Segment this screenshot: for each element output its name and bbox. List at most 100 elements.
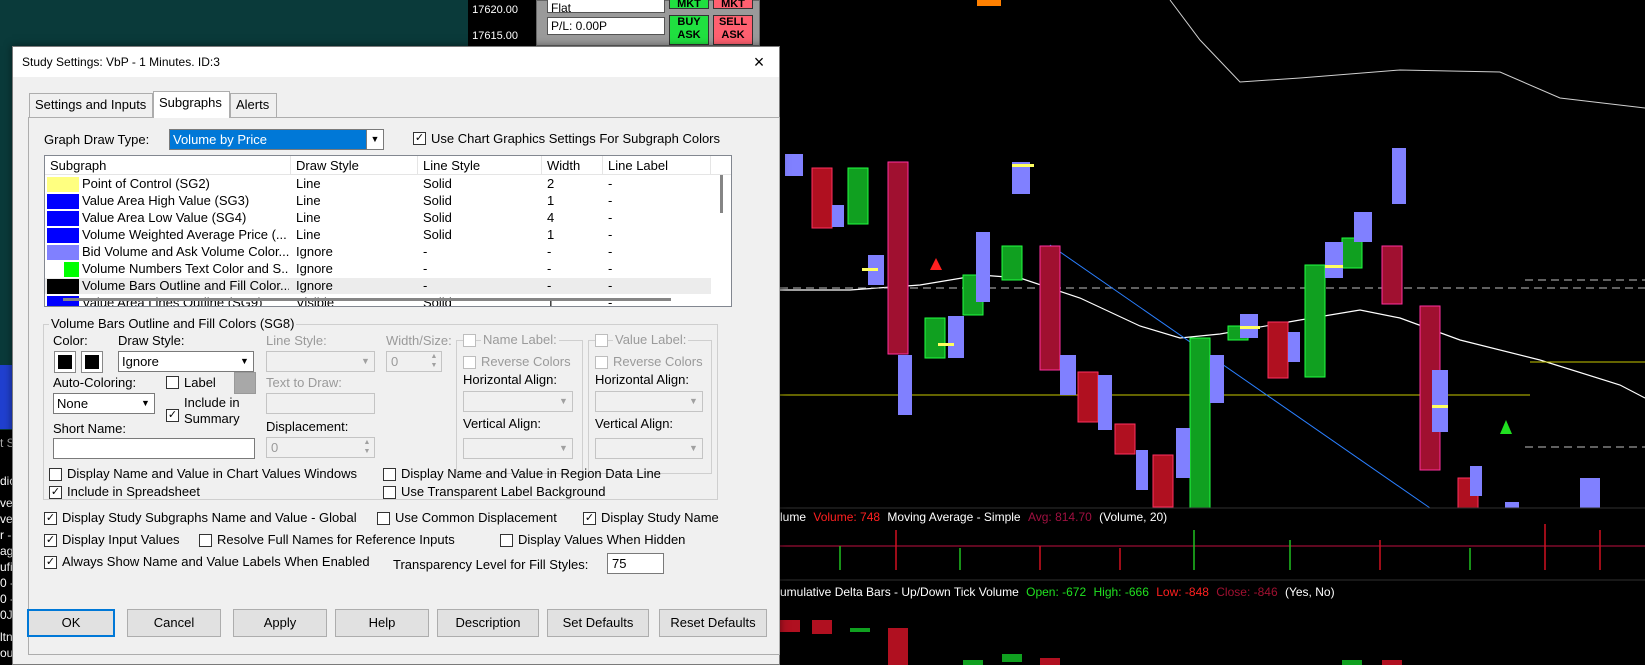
- primary-color-button[interactable]: [54, 351, 76, 373]
- chevron-down-icon: ▼: [366, 130, 383, 149]
- subgraph-line-style: Solid: [423, 227, 452, 242]
- sell-market-button[interactable]: MKT: [713, 0, 753, 10]
- sell-ask-button[interactable]: SELL ASK: [713, 15, 753, 45]
- price-curve: [1169, 0, 1645, 109]
- display-study-name-checkbox[interactable]: ✓: [583, 512, 596, 525]
- poc-marks: [862, 164, 1448, 408]
- width-size-input[interactable]: 0 ▲ ▼: [386, 351, 442, 372]
- subgraph-name: Volume Bars Outline and Fill Color...: [82, 278, 289, 293]
- color-swatch: [47, 262, 79, 277]
- label-color-button[interactable]: [234, 372, 256, 394]
- horizontal-align-select[interactable]: ▼: [463, 391, 573, 412]
- text-to-draw-input[interactable]: [266, 393, 375, 414]
- display-input-values-checkbox[interactable]: ✓: [44, 534, 57, 547]
- subgraphs-panel: Graph Draw Type: Volume by Price ▼ ✓ Use…: [28, 117, 780, 655]
- color-swatch: [47, 279, 79, 294]
- auto-coloring-label: Auto-Coloring:: [53, 375, 137, 390]
- reset-defaults-button[interactable]: Reset Defaults: [659, 609, 767, 637]
- reverse-colors-checkbox[interactable]: [463, 356, 476, 369]
- sell-signal-arrow: [930, 258, 942, 270]
- vertical-align-label: Vertical Align:: [595, 416, 674, 431]
- displacement-input[interactable]: 0 ▲ ▼: [266, 437, 375, 458]
- column-header-draw-style[interactable]: Draw Style: [291, 156, 418, 175]
- column-header-line-style[interactable]: Line Style: [418, 156, 542, 175]
- subgraph-line-style: Solid: [423, 295, 452, 307]
- chevron-down-icon: ▼: [559, 443, 568, 453]
- description-button[interactable]: Description: [437, 609, 539, 637]
- delta-bars: [780, 620, 1402, 665]
- include-in-spreadsheet-label: Include in Spreadsheet: [67, 484, 200, 499]
- chevron-down-icon: ▼: [361, 356, 370, 366]
- subgraph-width: -: [547, 244, 552, 259]
- label-checkbox[interactable]: [166, 376, 179, 389]
- subgraph-draw-style: Ignore: [296, 278, 333, 293]
- tab-alerts[interactable]: Alerts: [230, 93, 277, 117]
- display-values-hidden-checkbox[interactable]: [500, 534, 513, 547]
- list-item[interactable]: Volume Weighted Average Price (... Line So…: [45, 227, 711, 243]
- spin-arrows-icon[interactable]: ▲ ▼: [360, 438, 374, 457]
- use-common-displacement-checkbox[interactable]: [377, 512, 390, 525]
- secondary-color-button[interactable]: [81, 351, 103, 373]
- list-item[interactable]: Volume Bars Outline and Fill Color... Ign…: [45, 278, 711, 294]
- vertical-align-select[interactable]: ▼: [595, 438, 703, 459]
- buy-ask-button[interactable]: BUY ASK: [669, 15, 709, 45]
- display-name-region-checkbox[interactable]: [383, 468, 396, 481]
- list-item[interactable]: Value Area Low Value (SG4) Line Solid 4 -: [45, 210, 711, 226]
- help-button[interactable]: Help: [335, 609, 429, 637]
- line-style-select[interactable]: ▼: [266, 351, 375, 372]
- cancel-button[interactable]: Cancel: [127, 609, 221, 637]
- use-transparent-label-checkbox[interactable]: [383, 486, 396, 499]
- subgraph-list[interactable]: Subgraph Draw Style Line Style Width Lin…: [44, 155, 732, 307]
- list-item[interactable]: Value Area Lines Outline (SG9) Visible Sol…: [45, 295, 711, 307]
- name-label-checkbox[interactable]: [463, 334, 476, 347]
- vertical-align-label: Vertical Align:: [463, 416, 542, 431]
- draw-style-select[interactable]: Ignore ▼: [118, 351, 254, 372]
- short-name-input[interactable]: [53, 438, 255, 459]
- value-label-checkbox[interactable]: [595, 334, 608, 347]
- list-item[interactable]: Value Area High Value (SG3) Line Solid 1 -: [45, 193, 711, 209]
- list-item[interactable]: Volume Numbers Text Color and S... Ignore…: [45, 261, 711, 277]
- display-name-chart-values-checkbox[interactable]: [49, 468, 62, 481]
- delta-open: Open: -672: [1026, 585, 1087, 599]
- subgraph-label: -: [608, 261, 613, 276]
- include-in-summary-checkbox[interactable]: ✓: [166, 409, 179, 422]
- apply-button[interactable]: Apply: [233, 609, 327, 637]
- spin-arrows-icon[interactable]: ▲ ▼: [427, 352, 441, 371]
- vertical-scrollbar[interactable]: [713, 175, 731, 306]
- transparency-input[interactable]: 75: [607, 553, 664, 574]
- use-chart-graphics-checkbox[interactable]: ✓: [413, 132, 426, 145]
- column-header-subgraph[interactable]: Subgraph: [45, 156, 291, 175]
- graph-draw-type-select[interactable]: Volume by Price ▼: [169, 129, 384, 150]
- color-label: Color:: [53, 333, 88, 348]
- tab-subgraphs[interactable]: Subgraphs: [153, 91, 230, 118]
- buy-market-button[interactable]: MKT: [669, 0, 709, 10]
- delta-high: High: -666: [1093, 585, 1149, 599]
- ok-button[interactable]: OK: [27, 609, 115, 637]
- horizontal-scroll-thumb[interactable]: [63, 298, 671, 301]
- horizontal-align-select[interactable]: ▼: [595, 391, 703, 412]
- list-item[interactable]: Point of Control (SG2) Line Solid 2 -: [45, 176, 711, 192]
- scroll-thumb[interactable]: [720, 175, 723, 213]
- always-show-labels-checkbox[interactable]: ✓: [44, 556, 57, 569]
- auto-coloring-select[interactable]: None ▼: [53, 393, 155, 414]
- vertical-align-select[interactable]: ▼: [463, 438, 573, 459]
- value-label-text: Value Label:: [613, 332, 689, 347]
- column-header-line-label[interactable]: Line Label: [603, 156, 711, 175]
- display-subgraphs-global-checkbox[interactable]: ✓: [44, 512, 57, 525]
- close-icon[interactable]: ×: [739, 47, 779, 77]
- tab-settings-and-inputs[interactable]: Settings and Inputs: [29, 93, 153, 117]
- set-defaults-button[interactable]: Set Defaults: [547, 609, 649, 637]
- display-input-values-label: Display Input Values: [62, 532, 180, 547]
- list-item[interactable]: Bid Volume and Ask Volume Color... Ignore…: [45, 244, 711, 260]
- subgraph-width: -: [547, 261, 552, 276]
- subgraph-label: -: [608, 227, 613, 242]
- reverse-colors-checkbox[interactable]: [595, 356, 608, 369]
- resolve-full-names-label: Resolve Full Names for Reference Inputs: [217, 532, 455, 547]
- column-header-width[interactable]: Width: [542, 156, 603, 175]
- include-in-spreadsheet-checkbox[interactable]: ✓: [49, 486, 62, 499]
- subgraph-draw-style: Line: [296, 193, 321, 208]
- width-size-value: 0: [391, 354, 399, 369]
- dialog-titlebar[interactable]: Study Settings: VbP - 1 Minutes. ID:3 ×: [13, 47, 779, 77]
- resolve-full-names-checkbox[interactable]: [199, 534, 212, 547]
- subgraph-line-style: Solid: [423, 176, 452, 191]
